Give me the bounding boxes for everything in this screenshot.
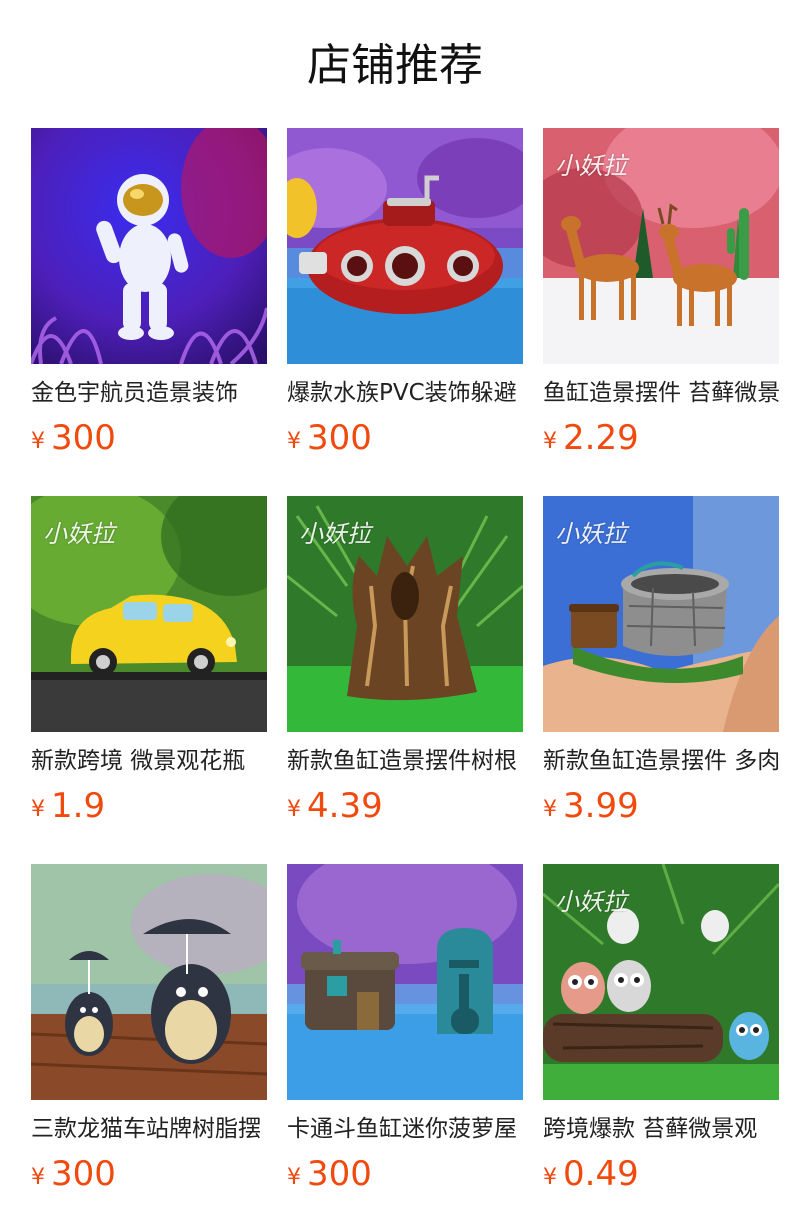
page-title: 店铺推荐 <box>307 40 483 91</box>
currency-symbol: ¥ <box>287 429 301 454</box>
product-name[interactable]: 新款跨境 微景观花瓶 <box>31 746 267 776</box>
price-amount: 300 <box>51 418 116 458</box>
product-card[interactable]: 小妖拉 跨境爆款 苔藓微景观 ¥0.49 <box>543 864 779 1200</box>
currency-symbol: ¥ <box>31 797 45 822</box>
watermark-logo: 小妖拉 <box>43 520 115 548</box>
price-amount: 2.29 <box>563 418 639 458</box>
product-card[interactable]: 小妖拉 新款跨境 微景观花瓶 ¥1.9 <box>31 496 267 832</box>
watermark-logo: 小妖拉 <box>555 888 627 916</box>
product-image[interactable]: 小妖拉 <box>31 496 267 732</box>
product-image[interactable]: 小妖拉 <box>543 128 779 364</box>
product-card[interactable]: 三款龙猫车站牌树脂摆 ¥300 <box>31 864 267 1200</box>
product-name[interactable]: 跨境爆款 苔藓微景观 <box>543 1114 779 1144</box>
product-name[interactable]: 新款鱼缸造景摆件 多肉 <box>543 746 779 776</box>
product-image[interactable]: 小妖拉 <box>287 496 523 732</box>
product-price: ¥300 <box>31 418 267 464</box>
product-image[interactable]: 小妖拉 <box>543 864 779 1100</box>
currency-symbol: ¥ <box>287 797 301 822</box>
product-price: ¥2.29 <box>543 418 779 464</box>
product-price: ¥4.39 <box>287 786 523 832</box>
price-amount: 300 <box>51 1154 116 1194</box>
currency-symbol: ¥ <box>31 429 45 454</box>
product-image[interactable] <box>31 864 267 1100</box>
product-image[interactable] <box>31 128 267 364</box>
product-name[interactable]: 卡通斗鱼缸迷你菠萝屋 <box>287 1114 523 1144</box>
astronaut-figurine-image <box>31 128 267 364</box>
product-name[interactable]: 新款鱼缸造景摆件树根 <box>287 746 523 776</box>
product-name[interactable]: 三款龙猫车站牌树脂摆 <box>31 1114 267 1144</box>
price-amount: 300 <box>307 1154 372 1194</box>
product-card[interactable]: 小妖拉 新款鱼缸造景摆件 多肉 ¥3.99 <box>543 496 779 832</box>
product-image[interactable] <box>287 128 523 364</box>
currency-symbol: ¥ <box>31 1165 45 1190</box>
product-name[interactable]: 爆款水族PVC装饰躲避 <box>287 378 523 408</box>
product-card[interactable]: 爆款水族PVC装饰躲避 ¥300 <box>287 128 523 464</box>
product-card[interactable]: 小妖拉 新款鱼缸造景摆件树根 ¥4.39 <box>287 496 523 832</box>
totoro-umbrella-image <box>31 864 267 1100</box>
price-amount: 300 <box>307 418 372 458</box>
product-price: ¥300 <box>31 1154 267 1200</box>
pineapple-house-image <box>287 864 523 1100</box>
product-card[interactable]: 小妖拉 鱼缸造景摆件 苔藓微景 ¥2.29 <box>543 128 779 464</box>
product-card[interactable]: 卡通斗鱼缸迷你菠萝屋 ¥300 <box>287 864 523 1200</box>
product-price: ¥300 <box>287 418 523 464</box>
price-amount: 3.99 <box>563 786 639 826</box>
product-price: ¥300 <box>287 1154 523 1200</box>
price-amount: 4.39 <box>307 786 383 826</box>
product-image[interactable]: 小妖拉 <box>543 496 779 732</box>
watermark-logo: 小妖拉 <box>299 520 371 548</box>
product-name[interactable]: 金色宇航员造景装饰 <box>31 378 267 408</box>
currency-symbol: ¥ <box>543 1165 557 1190</box>
product-image[interactable] <box>287 864 523 1100</box>
watermark-logo: 小妖拉 <box>555 520 627 548</box>
price-amount: 1.9 <box>51 786 106 826</box>
red-submarine-image <box>287 128 523 364</box>
currency-symbol: ¥ <box>287 1165 301 1190</box>
watermark-logo: 小妖拉 <box>555 152 627 180</box>
product-price: ¥3.99 <box>543 786 779 832</box>
currency-symbol: ¥ <box>543 797 557 822</box>
currency-symbol: ¥ <box>543 429 557 454</box>
product-name[interactable]: 鱼缸造景摆件 苔藓微景 <box>543 378 779 408</box>
product-price: ¥1.9 <box>31 786 267 832</box>
price-amount: 0.49 <box>563 1154 639 1194</box>
product-price: ¥0.49 <box>543 1154 779 1200</box>
product-card[interactable]: 金色宇航员造景装饰 ¥300 <box>31 128 267 464</box>
